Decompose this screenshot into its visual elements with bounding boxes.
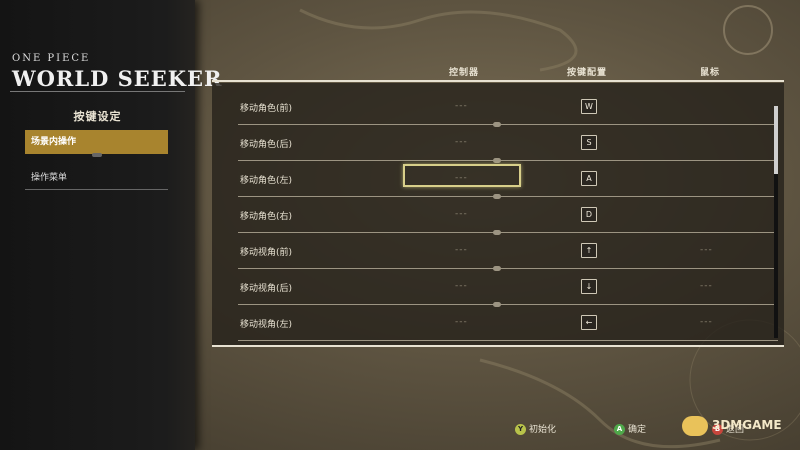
table-bottom-border — [212, 345, 784, 347]
reset-button[interactable]: Y 初始化 — [515, 422, 556, 435]
keyboard-binding[interactable]: W — [581, 99, 597, 114]
compass-emblem-icon — [723, 5, 773, 55]
action-label: 移动视角(前) — [240, 248, 293, 258]
keyboard-binding[interactable]: A — [581, 171, 597, 186]
confirm-label: 确定 — [628, 425, 647, 435]
controller-binding[interactable]: --- — [455, 317, 468, 327]
keyboard-binding[interactable]: S — [581, 135, 597, 150]
action-label: 移动视角(左) — [240, 320, 293, 330]
table-row[interactable]: 移动角色(右) --- D — [212, 197, 778, 235]
mouse-binding[interactable]: --- — [700, 245, 713, 255]
logo-subtitle: ONE PIECE — [12, 53, 91, 64]
confirm-button[interactable]: A 确定 — [614, 422, 646, 435]
action-label: 移动角色(后) — [240, 140, 293, 150]
mouse-binding[interactable]: --- — [700, 281, 713, 291]
controller-binding[interactable]: --- — [455, 137, 468, 147]
keyboard-binding[interactable]: ↑ — [581, 243, 597, 258]
table-top-border — [212, 80, 784, 82]
row-divider — [238, 340, 778, 341]
selection-cursor[interactable] — [403, 164, 521, 187]
key-binding-table: 移动角色(前) --- W 移动角色(后) --- S 移动角色(左) --- … — [212, 83, 784, 345]
reset-label: 初始化 — [529, 425, 557, 435]
table-row[interactable]: 移动视角(左) --- ← --- — [212, 305, 778, 341]
controller-binding[interactable]: --- — [455, 245, 468, 255]
controller-binding[interactable]: --- — [455, 281, 468, 291]
keyboard-binding[interactable]: ↓ — [581, 279, 597, 294]
logo-divider — [10, 91, 185, 92]
action-label: 移动角色(前) — [240, 104, 293, 114]
watermark-logo-icon — [682, 416, 708, 436]
controller-binding[interactable]: --- — [455, 209, 468, 219]
scrollbar-thumb[interactable] — [774, 106, 778, 174]
mouse-binding[interactable]: --- — [700, 317, 713, 327]
left-panel: ONE PIECE WORLD SEEKER 按键设定 场景内操作 操作菜单 — [0, 0, 222, 450]
keyboard-binding[interactable]: ← — [581, 315, 597, 330]
menu-divider-knot — [92, 153, 102, 157]
column-header-mouse: 鼠标 — [700, 68, 721, 78]
controller-binding[interactable]: --- — [455, 101, 468, 111]
menu-item-field-controls[interactable]: 场景内操作 — [25, 130, 168, 154]
menu-item-menu-controls[interactable]: 操作菜单 — [25, 166, 168, 190]
keyboard-binding[interactable]: D — [581, 207, 597, 222]
watermark-text: 3DMGAME — [712, 418, 782, 432]
a-button-icon: A — [614, 424, 625, 435]
table-row[interactable]: 移动角色(左) --- A — [212, 161, 778, 199]
column-header-controller: 控制器 — [449, 68, 480, 78]
game-logo: WORLD SEEKER — [12, 66, 223, 91]
action-label: 移动角色(右) — [240, 212, 293, 222]
section-title: 按键设定 — [73, 110, 122, 123]
column-header-keyboard: 按键配置 — [567, 68, 608, 78]
table-row[interactable]: 移动视角(后) --- ↓ --- — [212, 269, 778, 307]
table-row[interactable]: 移动角色(前) --- W — [212, 89, 778, 127]
y-button-icon: Y — [515, 424, 526, 435]
action-label: 移动视角(后) — [240, 284, 293, 294]
action-label: 移动角色(左) — [240, 176, 293, 186]
table-row[interactable]: 移动视角(前) --- ↑ --- — [212, 233, 778, 271]
table-row[interactable]: 移动角色(后) --- S — [212, 125, 778, 163]
